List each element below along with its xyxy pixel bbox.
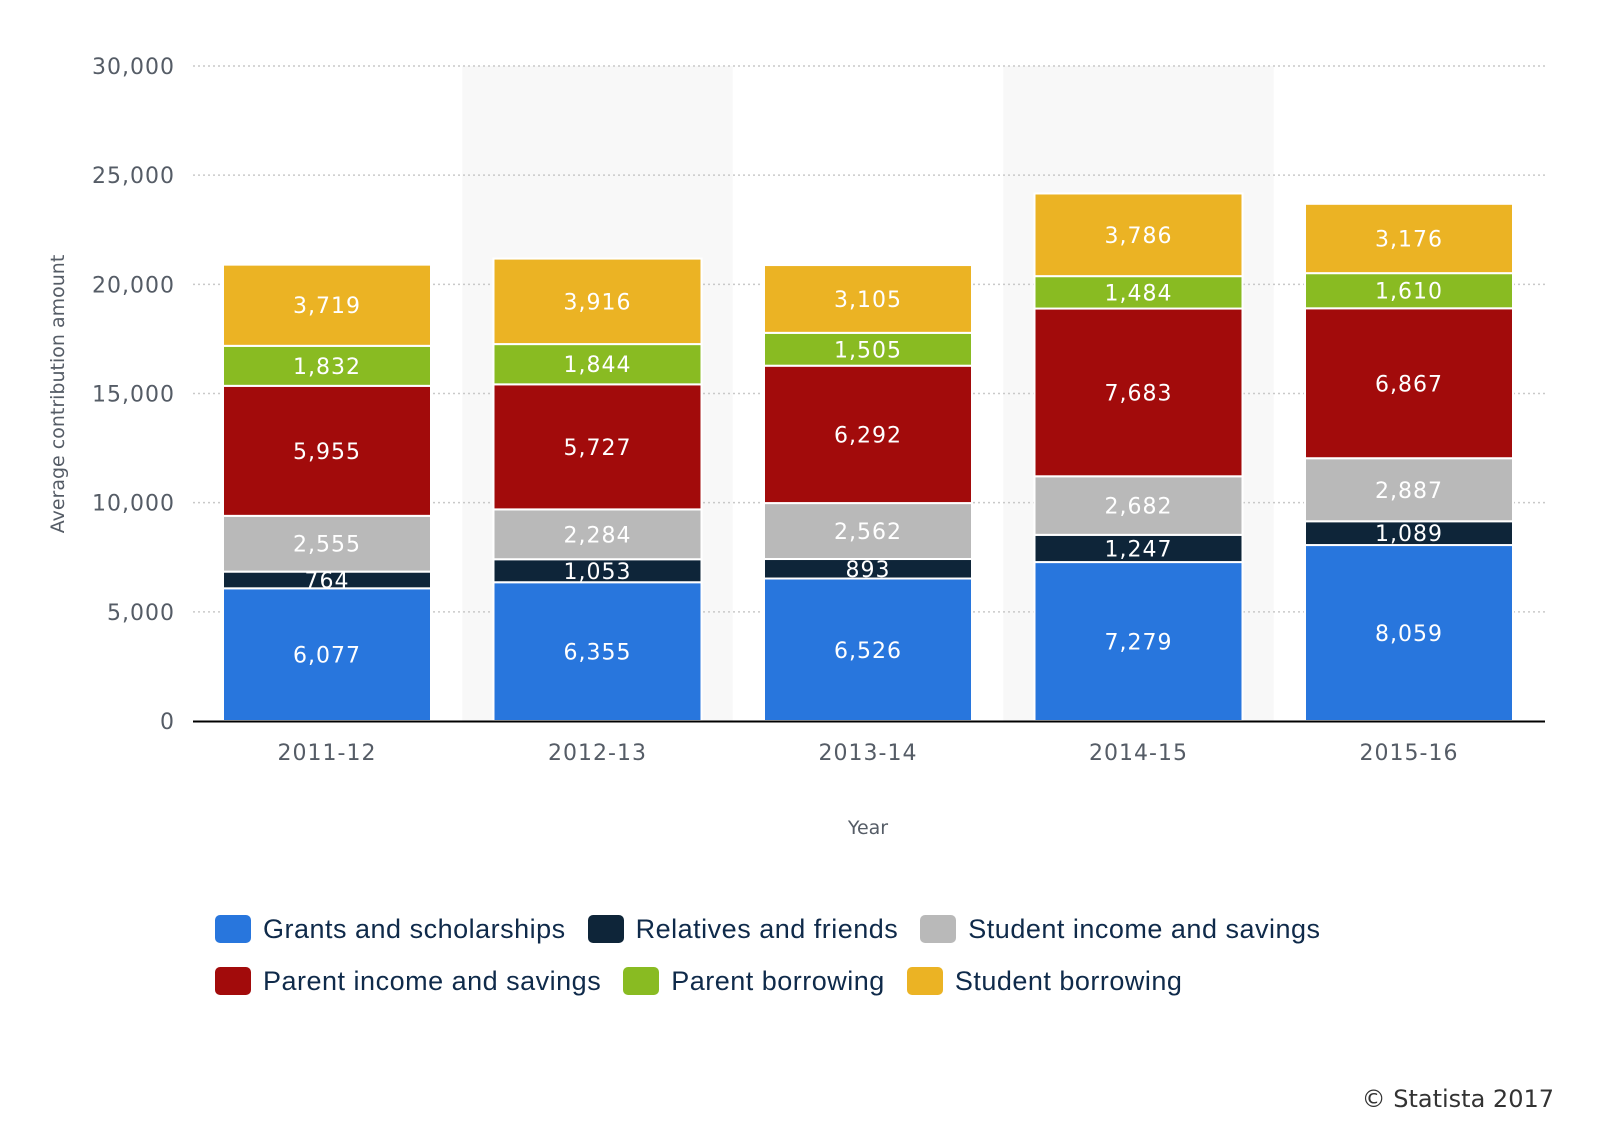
- bar-value-label: 2,284: [564, 523, 632, 548]
- legend-item-grants[interactable]: Grants and scholarships: [215, 914, 566, 945]
- legend-item-relatives[interactable]: Relatives and friends: [587, 913, 899, 945]
- bar-value-label: 7,279: [1105, 631, 1173, 656]
- x-tick-label: 2013-14: [819, 741, 918, 766]
- legend-swatch-relatives: [587, 915, 624, 943]
- bar-stack-2014-15: 7,279 1,247 2,682 7,683 1,484 3,786: [1033, 192, 1244, 723]
- y-tick-label: 5,000: [107, 601, 175, 626]
- legend-swatch-grants: [215, 915, 251, 943]
- legend-item-student-income[interactable]: Student income and savings: [920, 914, 1320, 945]
- bar-stack-2013-14: 6,526 893 2,562 6,292 1,505 3,105: [763, 264, 973, 723]
- statista-credit[interactable]: © Statista 2017: [1362, 1085, 1554, 1113]
- y-axis-ticks: 0 5,000 10,000 15,000 20,000 25,000 30,000: [92, 55, 175, 735]
- y-tick-label: 15,000: [92, 383, 175, 408]
- bar-value-label: 2,887: [1375, 479, 1443, 504]
- bar-value-label: 1,610: [1375, 280, 1443, 305]
- bar-value-label: 6,526: [834, 639, 902, 664]
- legend-label-parent-income: Parent income and savings: [263, 965, 602, 996]
- legend-swatch-parent-income: [215, 967, 251, 995]
- x-tick-label: 2011-12: [278, 741, 377, 766]
- legend-item-parent-borrowing[interactable]: Parent borrowing: [623, 966, 885, 997]
- bar-stack-2011-12: 6,077 764 2,555 5,955 1,832 3,719: [222, 263, 432, 723]
- bar-value-label: 3,786: [1105, 224, 1173, 249]
- legend-label-student-borrowing: Student borrowing: [954, 965, 1183, 996]
- x-axis-ticks: 2011-12 2012-13 2013-14 2014-15 2015-16: [278, 741, 1459, 766]
- bar-value-label: 3,176: [1375, 227, 1443, 252]
- legend-row-2: Parent income and savings Parent borrowi…: [215, 955, 1415, 1007]
- bar-value-label: 1,089: [1375, 522, 1443, 547]
- legend-swatch-parent-borrowing: [623, 967, 660, 995]
- bar-stack-2012-13: 6,355 1,053 2,284 5,727 1,844 3,916: [492, 257, 703, 722]
- bar-value-label: 5,727: [564, 436, 632, 461]
- legend-item-student-borrowing[interactable]: Student borrowing: [906, 965, 1183, 997]
- bar-value-label: 1,053: [564, 560, 632, 585]
- legend: Grants and scholarships Relatives and fr…: [215, 903, 1415, 1007]
- bar-value-label: 6,355: [564, 641, 632, 666]
- legend-row-1: Grants and scholarships Relatives and fr…: [215, 903, 1415, 955]
- legend-label-student-income: Student income and savings: [968, 913, 1321, 944]
- y-tick-label: 30,000: [92, 55, 175, 80]
- bars: 6,077 764 2,555 5,955 1,832 3,719 6,355 1,053 2,…: [222, 192, 1514, 723]
- bar-stack-2015-16: 8,059 1,089 2,887 6,867 1,610 3,176: [1304, 202, 1514, 722]
- y-tick-label: 25,000: [92, 164, 175, 189]
- bar-value-label: 1,844: [564, 353, 632, 378]
- bar-value-label: 6,867: [1375, 372, 1443, 397]
- bar-value-label: 2,562: [834, 520, 902, 545]
- bar-value-label: 1,247: [1105, 537, 1173, 562]
- legend-label-parent-borrowing: Parent borrowing: [671, 965, 885, 996]
- bar-value-label: 2,682: [1105, 495, 1173, 520]
- legend-item-parent-income[interactable]: Parent income and savings: [215, 966, 601, 997]
- bar-value-label: 6,077: [293, 644, 361, 669]
- legend-swatch-student-income: [920, 915, 957, 943]
- bar-value-label: 1,832: [293, 355, 361, 380]
- bar-value-label: 2,555: [293, 533, 361, 558]
- legend-swatch-student-borrowing: [906, 967, 943, 995]
- bar-value-label: 3,105: [834, 288, 902, 313]
- y-tick-label: 20,000: [92, 273, 175, 298]
- legend-label-relatives: Relatives and friends: [635, 913, 899, 944]
- bar-value-label: 893: [846, 558, 891, 583]
- legend-label-grants: Grants and scholarships: [263, 913, 566, 944]
- y-tick-label: 0: [160, 710, 175, 735]
- x-tick-label: 2015-16: [1360, 741, 1459, 766]
- bar-value-label: 5,955: [293, 440, 361, 465]
- bar-value-label: 764: [305, 569, 350, 594]
- bar-value-label: 6,292: [834, 423, 902, 448]
- y-axis-title: Average contribution amount: [47, 255, 69, 534]
- bar-value-label: 3,916: [564, 290, 632, 315]
- x-tick-label: 2014-15: [1089, 741, 1188, 766]
- bar-value-label: 8,059: [1375, 622, 1443, 647]
- bar-value-label: 7,683: [1105, 381, 1173, 406]
- x-axis-title: Year: [847, 817, 888, 839]
- x-tick-label: 2012-13: [548, 741, 647, 766]
- bar-value-label: 1,505: [834, 338, 902, 363]
- bar-value-label: 1,484: [1105, 281, 1173, 306]
- bar-value-label: 3,719: [293, 294, 361, 319]
- y-tick-label: 10,000: [92, 492, 175, 517]
- stacked-bar-chart: 0 5,000 10,000 15,000 20,000 25,000 30,000 6,0…: [47, 55, 1545, 839]
